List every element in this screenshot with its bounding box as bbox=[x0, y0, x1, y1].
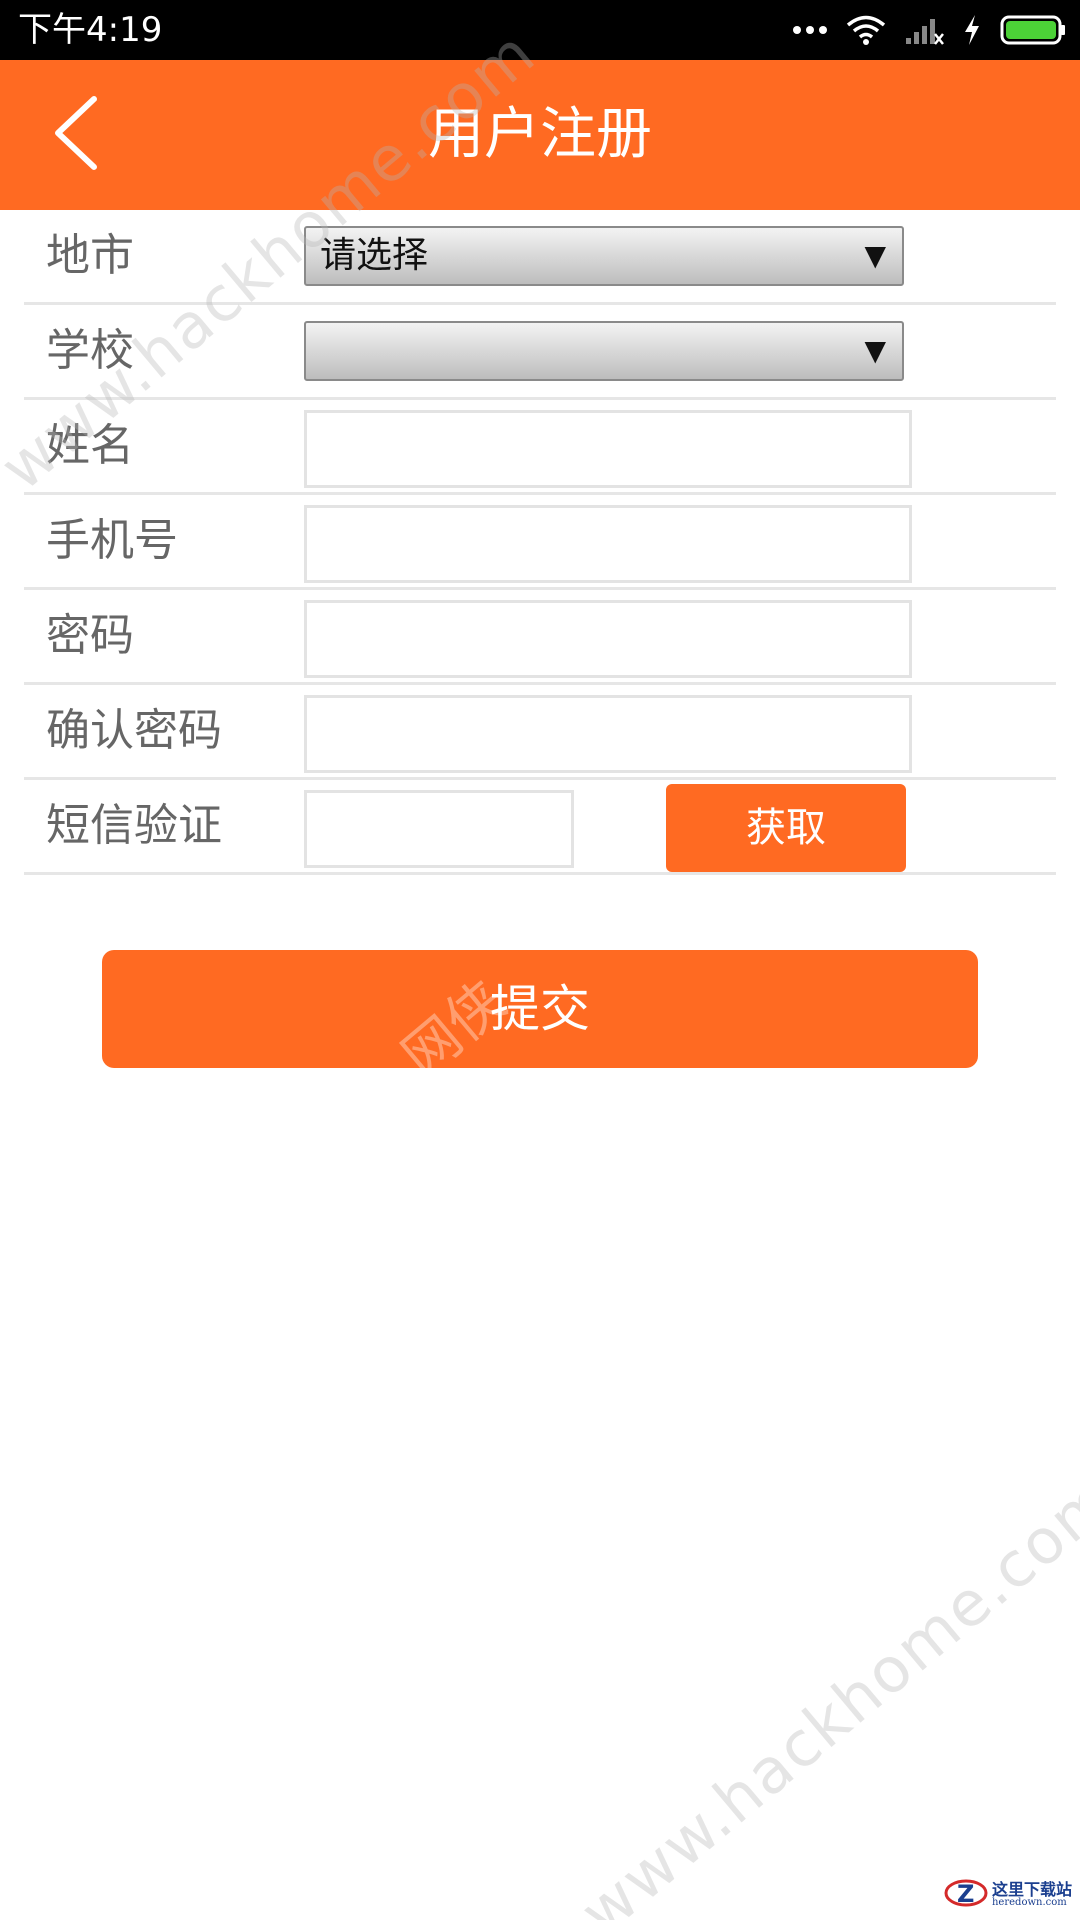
phone-input[interactable] bbox=[304, 505, 912, 583]
site-logo-name: 这里下载站 bbox=[991, 1880, 1072, 1899]
battery-icon bbox=[1000, 14, 1066, 46]
phone-label: 手机号 bbox=[46, 515, 178, 566]
form-row-confirm-password: 确认密码 bbox=[24, 685, 1056, 780]
more-dots-icon bbox=[792, 25, 828, 35]
dropdown-arrow-icon: ▼ bbox=[864, 239, 886, 272]
name-label: 姓名 bbox=[46, 420, 134, 471]
get-code-button[interactable]: 获取 bbox=[666, 784, 906, 872]
watermark-url-bottom: www.hackhome.com bbox=[566, 1460, 1080, 1920]
site-logo-url: heredown.com bbox=[991, 1897, 1067, 1908]
form-row-school: 学校 ▼ bbox=[24, 305, 1056, 400]
form-row-phone: 手机号 bbox=[24, 495, 1056, 590]
back-button[interactable] bbox=[40, 95, 110, 175]
charging-bolt-icon bbox=[962, 14, 982, 46]
page-title: 用户注册 bbox=[428, 102, 652, 167]
confirm-password-label: 确认密码 bbox=[46, 705, 222, 756]
city-label: 地市 bbox=[46, 230, 134, 281]
registration-form: 地市 请选择 ▼ 学校 ▼ 姓名 手机号 密码 确认密码 短信验证 获取 bbox=[0, 210, 1080, 875]
form-row-password: 密码 bbox=[24, 590, 1056, 685]
status-bar: 下午4:19 bbox=[0, 0, 1080, 60]
school-select[interactable]: ▼ bbox=[304, 321, 904, 381]
signal-no-service-icon bbox=[904, 14, 944, 46]
wifi-icon bbox=[846, 14, 886, 46]
registration-screen: 下午4:19 用户注册 地市 请选择 ▼ 学校 ▼ 姓名 手机号 密码 确认密码… bbox=[0, 0, 1080, 1920]
sms-code-input[interactable] bbox=[304, 790, 574, 868]
status-time: 下午4:19 bbox=[18, 10, 163, 50]
password-input[interactable] bbox=[304, 600, 912, 678]
school-label: 学校 bbox=[46, 325, 134, 376]
form-row-sms-code: 短信验证 获取 bbox=[24, 780, 1056, 875]
password-label: 密码 bbox=[46, 610, 134, 661]
dropdown-arrow-icon: ▼ bbox=[864, 334, 886, 367]
app-bar: 用户注册 bbox=[0, 60, 1080, 210]
city-select-value: 请选择 bbox=[320, 235, 429, 276]
status-icons bbox=[792, 10, 1066, 50]
back-chevron-icon bbox=[50, 95, 100, 175]
site-logo: Z 这里下载站 heredown.com bbox=[944, 1876, 1072, 1914]
form-row-city: 地市 请选择 ▼ bbox=[24, 210, 1056, 305]
sms-code-label: 短信验证 bbox=[46, 800, 222, 851]
submit-button[interactable]: 提交 bbox=[102, 950, 978, 1068]
confirm-password-input[interactable] bbox=[304, 695, 912, 773]
site-logo-icon: Z bbox=[944, 1876, 988, 1914]
form-row-name: 姓名 bbox=[24, 400, 1056, 495]
city-select[interactable]: 请选择 ▼ bbox=[304, 226, 904, 286]
svg-text:Z: Z bbox=[957, 1880, 974, 1908]
name-input[interactable] bbox=[304, 410, 912, 488]
site-logo-text: 这里下载站 heredown.com bbox=[992, 1882, 1072, 1908]
